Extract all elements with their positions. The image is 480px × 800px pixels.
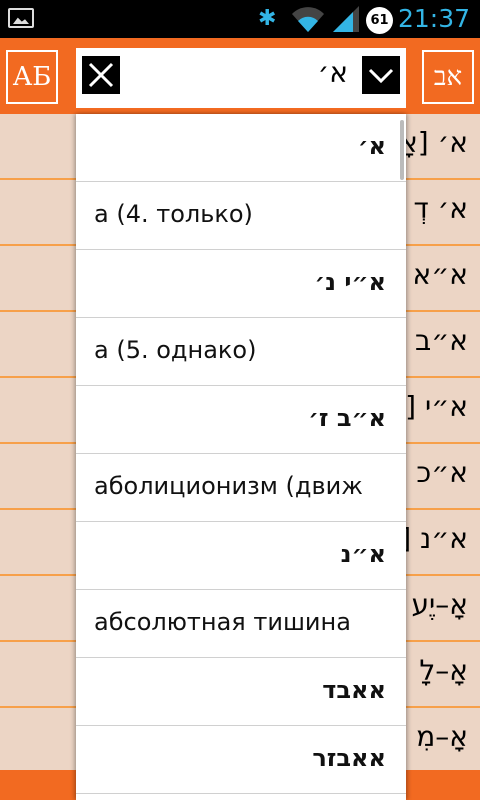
suggestion-item[interactable]: א״ב ז׳ [76,386,406,454]
suggestion-item[interactable]: абсолютная тишина [76,590,406,658]
wifi-icon [292,7,324,33]
list-item-text: אָ–יֶע [411,588,468,621]
suggestion-item[interactable]: аболиционизм (движ [76,454,406,522]
list-item-text: א״כ [ [396,456,468,489]
suggestion-text: аболиционизм (движ [94,472,363,500]
russian-direction-button[interactable]: АБ [6,50,58,104]
list-item-text: א״ב [415,324,468,357]
suggestion-text: אאבד [322,676,386,704]
signal-icon [333,6,359,32]
list-item-text: א״א [412,258,468,291]
battery-level: 61 [370,13,389,28]
suggestion-text: абсолютная тишина [94,608,351,636]
chevron-down-icon [368,68,394,84]
dropdown-toggle-button[interactable] [362,56,400,94]
suggestion-text: א״ב ז׳ [308,404,386,432]
suggestion-item[interactable]: а (5. однако) [76,318,406,386]
list-item-text: אָ–לָ [419,654,468,687]
list-item-text: א״י [ [405,390,468,423]
suggestion-text: א׳ [357,132,386,160]
hebrew-direction-button[interactable]: אב [422,50,474,104]
suggestion-item[interactable]: א׳ [76,114,406,182]
suggestion-item[interactable]: אאבד [76,658,406,726]
app-header: АБ א׳ אב [0,38,480,114]
suggestion-text: אאבזר [312,744,386,772]
image-notification-icon [8,8,34,28]
status-time: 21:37 [397,4,470,33]
list-item-text: א׳ דְ [413,192,468,225]
autocomplete-dropdown: א׳ а (4. только) א״י נ׳ а (5. однако) א״… [76,114,406,800]
suggestion-item[interactable]: אאבזר [76,726,406,794]
list-item-text: א״נ [ [400,522,468,555]
suggestion-text: א״נ [340,540,386,568]
list-item-text: א׳ [אָ [399,126,468,159]
suggestion-text: а (5. однако) [94,336,257,364]
suggestion-text: а (4. только) [94,200,253,228]
suggestion-item[interactable]: א״י נ׳ [76,250,406,318]
suggestion-item[interactable]: א״נ [76,522,406,590]
clear-search-button[interactable] [82,56,120,94]
bluetooth-icon: ✱ [258,6,277,31]
suggestion-item[interactable]: а (4. только) [76,182,406,250]
list-item-text: אָ–מִ [416,720,468,753]
search-box[interactable]: א׳ [76,48,406,108]
suggestion-text: א״י נ׳ [314,268,386,296]
battery-icon: 61 [366,7,393,34]
close-icon [88,62,114,88]
search-input[interactable]: א׳ [318,56,348,89]
status-bar: ✱ 61 21:37 [0,0,480,38]
